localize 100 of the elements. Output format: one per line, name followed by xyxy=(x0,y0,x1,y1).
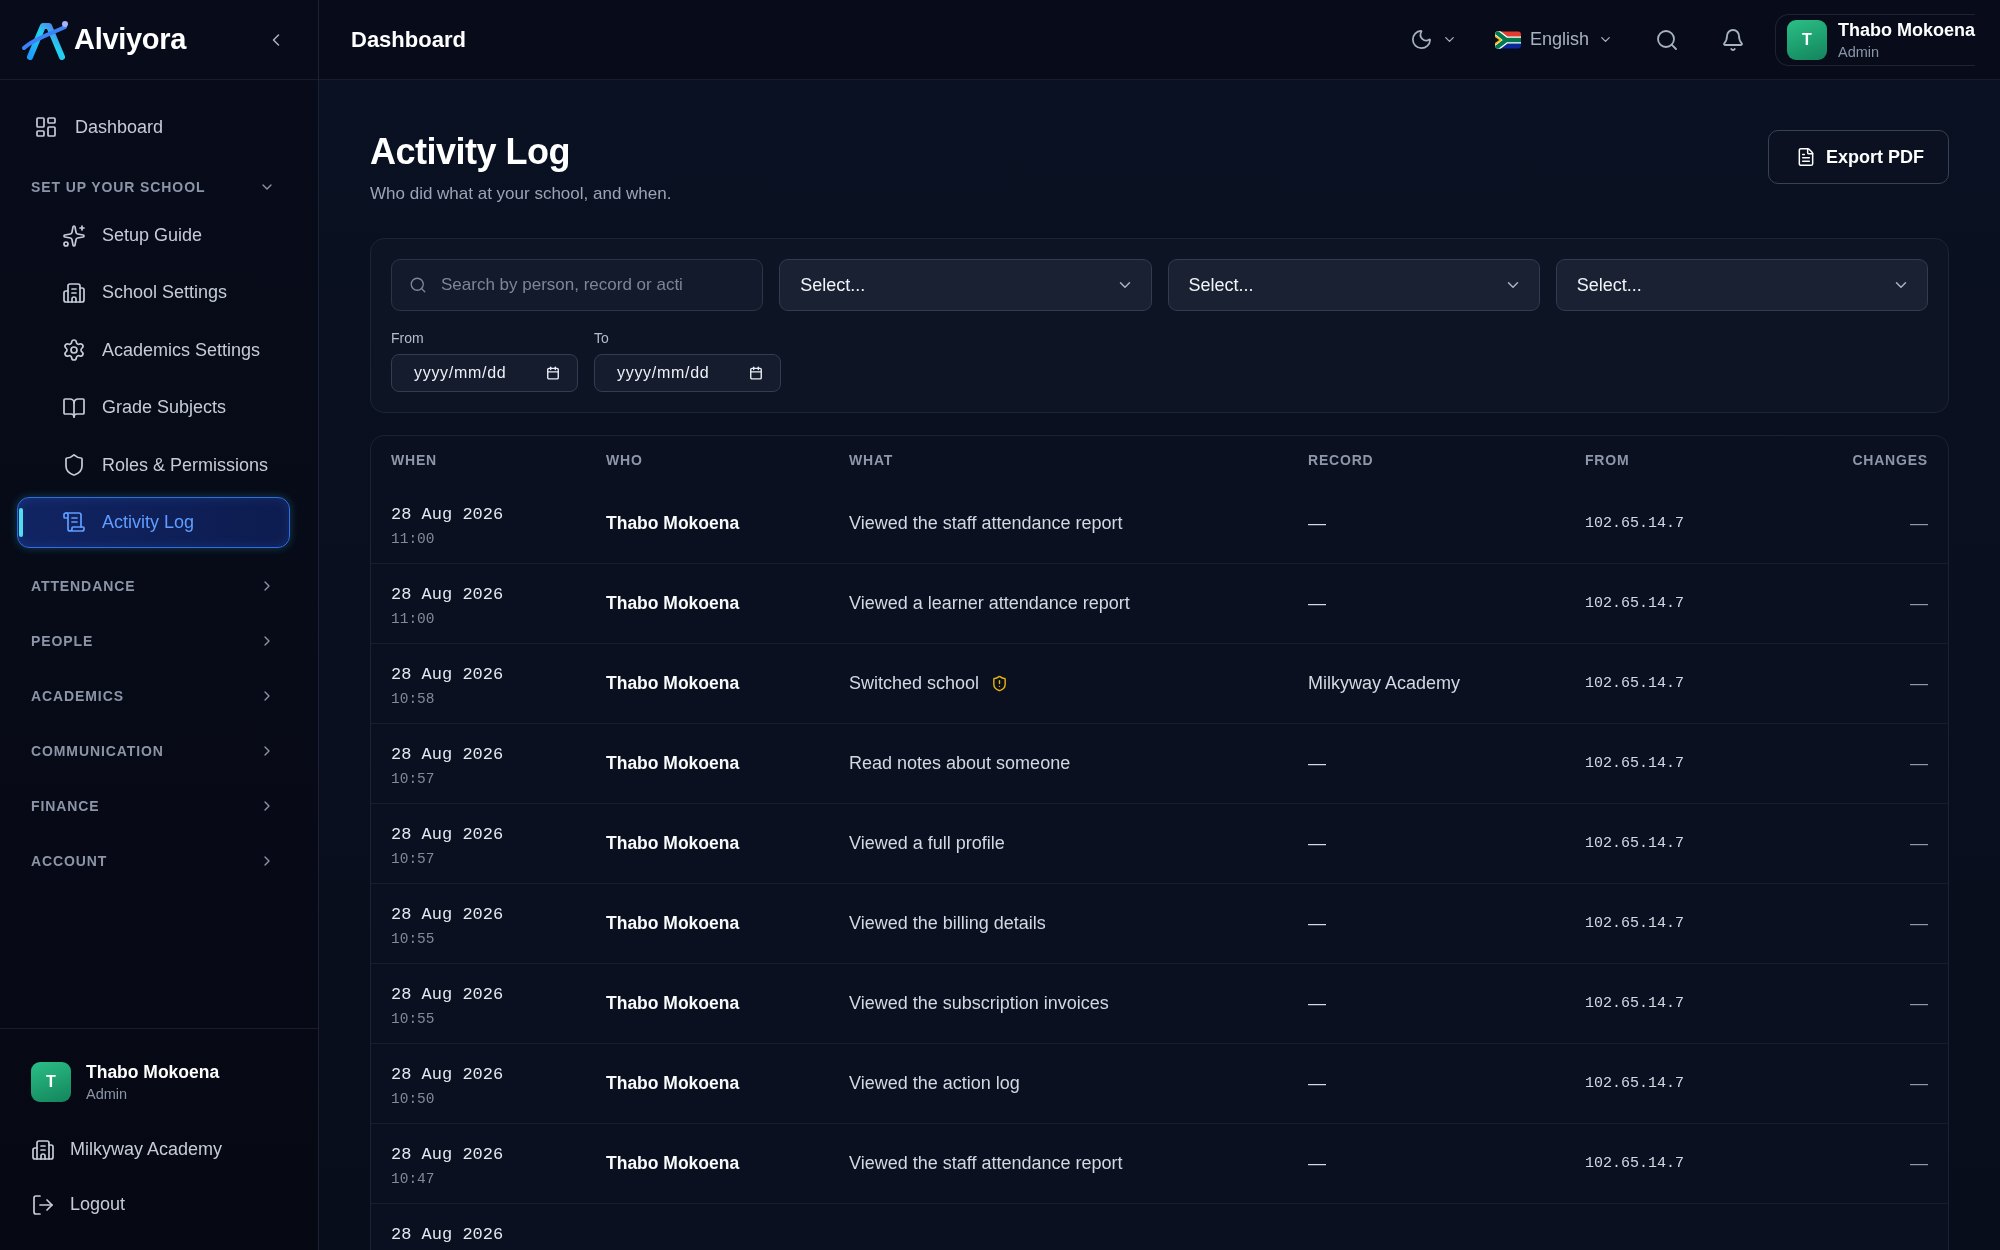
changes-text: — xyxy=(1910,833,1928,854)
flag-icon xyxy=(1494,30,1521,49)
sidebar-link[interactable]: Logout xyxy=(17,1177,290,1232)
nav-section-header[interactable]: FINANCE xyxy=(17,783,290,830)
record-text: — xyxy=(1308,593,1326,614)
changes-text: — xyxy=(1910,513,1928,534)
select-field[interactable]: Select... xyxy=(1555,259,1928,311)
user-menu-button[interactable]: T Thabo Mokoena Admin xyxy=(1775,13,1975,66)
user-name: Thabo Mokoena xyxy=(1838,19,1975,41)
column-header: WHEN xyxy=(391,452,437,468)
select-field[interactable]: Select... xyxy=(779,259,1152,311)
time-text: 11:00 xyxy=(391,610,435,628)
page-subtitle: Who did what at your school, and when. xyxy=(370,183,672,205)
record-text: Milkyway Academy xyxy=(1308,673,1461,694)
time-text: 10:55 xyxy=(391,1010,435,1028)
scroll-icon xyxy=(62,510,86,535)
ip-address: 102.65.14.7 xyxy=(1585,915,1685,932)
nav-item[interactable]: Activity Log xyxy=(17,496,290,548)
nav-item[interactable]: Setup Guide xyxy=(17,210,290,261)
person-name: Thabo Mokoena xyxy=(606,593,740,614)
date-text: 28 Aug 2026 xyxy=(391,1065,504,1085)
time-text: 10:47 xyxy=(391,1170,435,1188)
action-text: Viewed a learner attendance report xyxy=(849,593,1130,614)
changes-text: — xyxy=(1910,673,1928,694)
nav-item[interactable]: Dashboard xyxy=(17,99,290,155)
nav-item[interactable]: Academics Settings xyxy=(17,324,290,376)
time-text: 10:57 xyxy=(391,770,435,788)
person-name: Thabo Mokoena xyxy=(606,833,740,854)
field-label: To xyxy=(594,330,609,346)
date-text: 28 Aug 2026 xyxy=(391,825,504,845)
avatar: T xyxy=(1787,19,1827,60)
building-icon xyxy=(31,1137,55,1162)
record-text: — xyxy=(1308,833,1326,854)
changes-text: — xyxy=(1910,1153,1928,1174)
nav-item[interactable]: Grade Subjects xyxy=(17,382,290,434)
gear-icon xyxy=(62,338,86,363)
sparkle-icon xyxy=(62,223,86,248)
person-name: Thabo Mokoena xyxy=(606,1073,740,1094)
user-name: Thabo Mokoena xyxy=(86,1062,220,1083)
person-name: Thabo Mokoena xyxy=(606,913,740,934)
nav-item[interactable]: Roles & Permissions xyxy=(17,439,290,491)
calendar-icon xyxy=(749,366,763,380)
date-text: 28 Aug 2026 xyxy=(391,505,504,525)
column-header: FROM xyxy=(1585,452,1630,468)
person-name: Thabo Mokoena xyxy=(606,513,740,534)
date-text: 28 Aug 2026 xyxy=(391,745,504,765)
page-title: Activity Log xyxy=(370,130,570,174)
action-text: Viewed the staff attendance report xyxy=(849,1153,1123,1174)
nav-section-header[interactable]: PEOPLE xyxy=(17,618,290,665)
search-field[interactable]: Search by person, record or acti xyxy=(391,259,764,311)
logo-text: Alviyora xyxy=(74,23,187,56)
column-header: CHANGES xyxy=(1852,452,1928,468)
date-field[interactable]: yyyy/mm/dd xyxy=(391,354,578,392)
date-field[interactable]: yyyy/mm/dd xyxy=(594,354,781,392)
action-text: Read notes about someone xyxy=(849,753,1071,774)
nav-section-header[interactable]: SET UP YOUR SCHOOL xyxy=(17,164,290,210)
date-text: 28 Aug 2026 xyxy=(391,665,504,685)
time-text: 10:57 xyxy=(391,850,435,868)
date-text: 28 Aug 2026 xyxy=(391,905,504,925)
record-text: — xyxy=(1308,1073,1326,1094)
record-text: — xyxy=(1308,753,1326,774)
ip-address: 102.65.14.7 xyxy=(1585,515,1685,532)
book-icon xyxy=(62,395,86,420)
time-text: 11:00 xyxy=(391,530,435,548)
action-text: Viewed a full profile xyxy=(849,833,1005,854)
search-icon xyxy=(409,276,427,294)
calendar-icon xyxy=(546,366,560,380)
changes-text: — xyxy=(1910,913,1928,934)
search-icon xyxy=(1655,27,1679,52)
column-header: WHO xyxy=(606,452,643,468)
record-text: — xyxy=(1308,993,1326,1014)
nav-section-header[interactable]: ATTENDANCE xyxy=(17,563,290,610)
avatar: T xyxy=(31,1062,71,1102)
nav-section-header[interactable]: COMMUNICATION xyxy=(17,728,290,775)
changes-text: — xyxy=(1910,1073,1928,1094)
sidebar-link[interactable]: Milkyway Academy xyxy=(17,1122,290,1177)
user-role: Admin xyxy=(1838,43,1880,60)
action-text: Viewed the action log xyxy=(849,1073,1020,1094)
action-text: Switched school xyxy=(849,673,980,694)
changes-text: — xyxy=(1910,753,1928,774)
nav-section-header[interactable]: ACCOUNT xyxy=(17,838,290,885)
date-text: 28 Aug 2026 xyxy=(391,1145,504,1165)
ip-address: 102.65.14.7 xyxy=(1585,595,1685,612)
grid-icon xyxy=(34,115,58,139)
time-text: 10:58 xyxy=(391,690,435,708)
user-role: Admin xyxy=(86,1086,128,1102)
action-text: Viewed the subscription invoices xyxy=(849,993,1109,1014)
date-text: 28 Aug 2026 xyxy=(391,585,504,605)
moon-icon xyxy=(1409,28,1433,51)
select-field[interactable]: Select... xyxy=(1167,259,1540,311)
ip-address: 102.65.14.7 xyxy=(1585,835,1685,852)
nav-item[interactable]: School Settings xyxy=(17,267,290,319)
nav-section-header[interactable]: ACADEMICS xyxy=(17,673,290,720)
language-button[interactable]: English xyxy=(1490,25,1617,54)
bell-icon xyxy=(1721,27,1745,52)
topbar-title: Dashboard xyxy=(351,26,466,53)
action-text: Viewed the billing details xyxy=(849,913,1046,934)
export-button[interactable]: Export PDF xyxy=(1768,130,1949,184)
record-text: — xyxy=(1308,1153,1326,1174)
building-icon xyxy=(62,280,86,305)
